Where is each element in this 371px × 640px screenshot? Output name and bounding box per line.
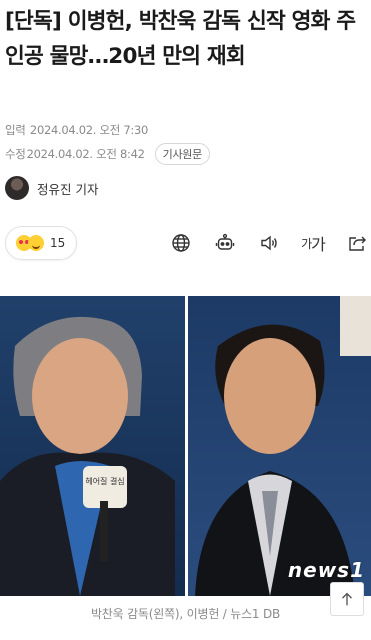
- font-size-small-label: 가: [301, 236, 312, 251]
- photo-sign-text: 헤어질 결심: [85, 476, 124, 486]
- reaction-button[interactable]: 15: [5, 226, 77, 260]
- speaker-icon[interactable]: [258, 232, 280, 254]
- font-size-icon[interactable]: 가가: [301, 232, 326, 254]
- reaction-count: 15: [50, 236, 66, 250]
- modified-time: 2024.04.02. 오전 8:42: [26, 147, 145, 161]
- input-time-row: 입력 2024.04.02. 오전 7:30: [5, 122, 148, 138]
- original-article-button[interactable]: 기사원문: [154, 143, 210, 165]
- globe-icon[interactable]: [170, 232, 192, 254]
- news1-watermark: news1: [287, 558, 365, 582]
- share-icon[interactable]: [346, 232, 368, 254]
- robot-summary-icon[interactable]: [214, 232, 236, 254]
- reporter-avatar[interactable]: [5, 176, 29, 200]
- reporter-name[interactable]: 정유진 기자: [37, 179, 98, 198]
- reporter-byline[interactable]: 정유진 기자: [5, 176, 98, 200]
- input-time: 2024.04.02. 오전 7:30: [29, 123, 149, 137]
- modified-label: 수정: [5, 147, 26, 161]
- photo-caption: 박찬욱 감독(왼쪽), 이병헌 / 뉴스1 DB: [90, 607, 281, 621]
- input-label: 입력: [5, 123, 26, 137]
- article-photo: 헤어질 결심 news1: [0, 296, 371, 596]
- font-size-big-label: 가: [311, 235, 326, 254]
- article-photo-image: 헤어질 결심: [0, 296, 371, 596]
- smile-emoji-icon: [28, 235, 44, 251]
- article-headline: [단독] 이병헌, 박찬욱 감독 신작 영화 주인공 물망…20년 만의 재회: [5, 9, 356, 69]
- modified-time-row: 수정 2024.04.02. 오전 8:42 기사원문: [5, 143, 210, 165]
- article-toolbar: 가가: [170, 232, 368, 254]
